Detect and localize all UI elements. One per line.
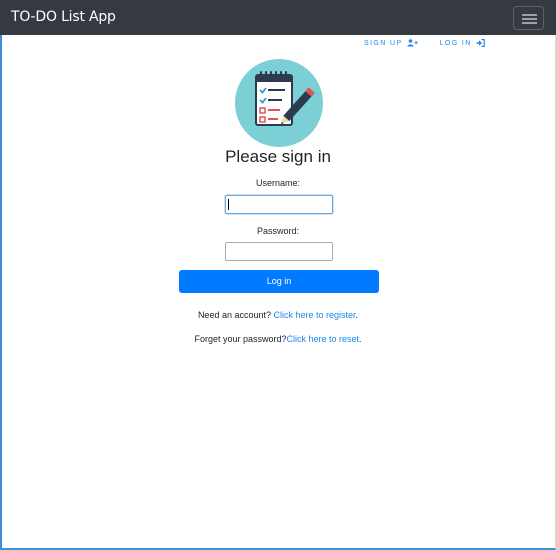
navbar: TO-DO List App — [0, 0, 556, 35]
sign-in-icon — [476, 39, 485, 47]
reset-prefix: Forget your password? — [194, 334, 287, 344]
navbar-toggler-button[interactable] — [513, 6, 544, 30]
hamburger-icon — [522, 14, 537, 16]
signup-link-label: SIGN UP — [364, 39, 403, 47]
reset-line: Forget your password?Click here to reset… — [0, 334, 556, 344]
top-links: SIGN UP LOG IN — [364, 39, 485, 47]
reset-suffix: . — [359, 334, 362, 344]
hamburger-icon — [522, 22, 537, 24]
register-prefix: Need an account? — [197, 310, 274, 320]
login-button[interactable]: Log in — [179, 270, 379, 293]
register-suffix: . — [355, 310, 359, 320]
login-link-label: LOG IN — [439, 39, 472, 47]
reset-link[interactable]: Click here to reset — [287, 334, 360, 344]
checklist-notepad-icon — [235, 59, 323, 147]
hamburger-icon — [522, 18, 537, 20]
username-input[interactable] — [225, 195, 333, 214]
register-line: Need an account? Click here to register. — [0, 310, 556, 320]
page-title: Please sign in — [225, 147, 331, 166]
register-link[interactable]: Click here to register — [274, 310, 356, 320]
password-label: Password: — [256, 226, 300, 236]
username-label: Username: — [255, 178, 300, 188]
navbar-brand[interactable]: TO-DO List App — [11, 9, 116, 25]
login-link[interactable]: LOG IN — [440, 39, 485, 47]
signup-link[interactable]: SIGN UP — [364, 39, 418, 47]
user-plus-icon — [407, 39, 418, 47]
text-cursor — [228, 199, 229, 210]
password-input[interactable] — [225, 242, 333, 261]
